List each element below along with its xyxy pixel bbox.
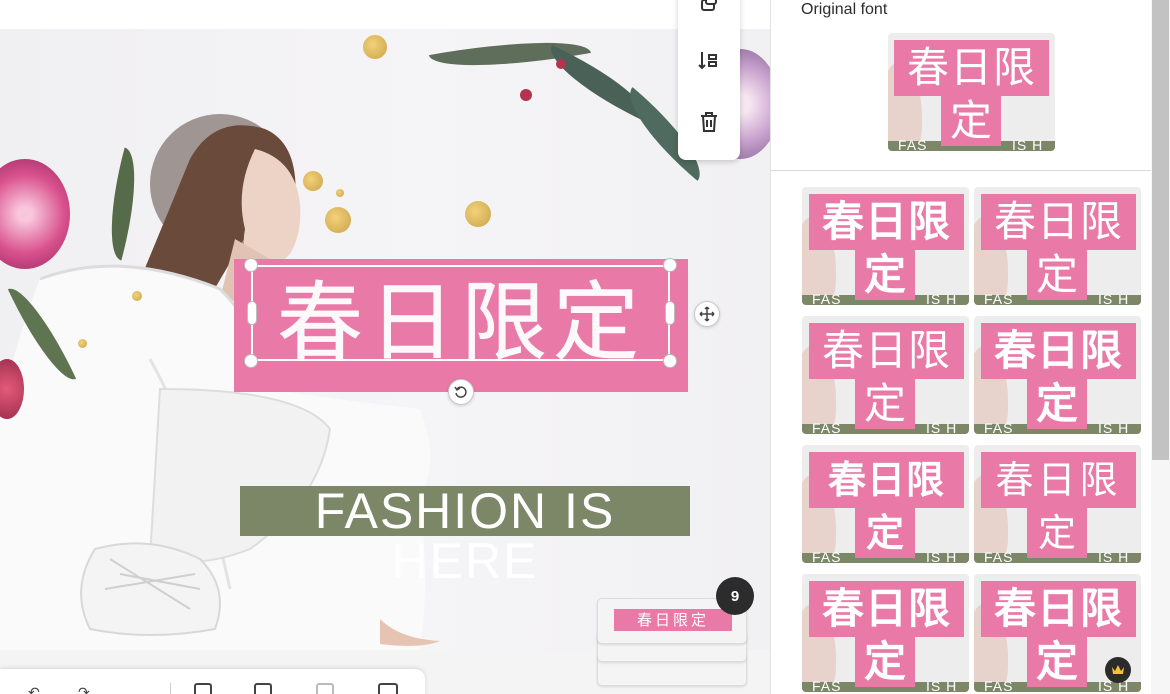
arrange-button[interactable] xyxy=(695,0,723,18)
thumb-title-line2: 定 xyxy=(855,637,915,687)
thumb-title-line1: 春日限 xyxy=(981,581,1136,637)
berry-decoration xyxy=(556,59,566,69)
original-font-thumb[interactable]: FAS IS H 春日限 定 xyxy=(888,33,1055,151)
thumb-subtitle-right: IS H xyxy=(926,291,958,305)
rotate-handle[interactable] xyxy=(448,379,474,405)
thumb-title-line2: 定 xyxy=(855,379,915,429)
thumb-title-line1: 春日限 xyxy=(981,323,1136,379)
subtitle-text-box[interactable]: FASHION IS HERE xyxy=(240,486,690,586)
page-thumb-label: 春日限定 xyxy=(614,609,732,631)
resize-handle-bottom-right[interactable] xyxy=(663,354,677,368)
thumb-title-line1: 春日限 xyxy=(981,452,1136,508)
comment-icon[interactable] xyxy=(194,683,212,694)
move-icon xyxy=(699,306,715,322)
thumb-subtitle-left: FAS xyxy=(984,549,1014,563)
gold-dot xyxy=(325,207,351,233)
font-option[interactable]: FAS IS H 春日限 定 xyxy=(802,445,969,563)
font-option[interactable]: FAS IS H 春日限 定 xyxy=(974,187,1141,305)
flip-button[interactable] xyxy=(695,46,723,74)
canvas-area: 春日限定 FASHION IS HERE 春日限定 9 ↶ ↷ xyxy=(0,0,770,694)
thumb-title-line2: 定 xyxy=(855,250,915,300)
thumb-title-line1: 春日限 xyxy=(809,581,964,637)
font-panel: Original font FAS IS H 春日限 定 FAS IS H 春日… xyxy=(770,0,1170,694)
thumb-title-line2: 定 xyxy=(855,508,915,558)
thumb-subtitle-left: FAS xyxy=(984,678,1014,692)
thumb-subtitle-left: FAS xyxy=(812,420,842,434)
move-handle[interactable] xyxy=(694,301,720,327)
subtitle-text[interactable]: FASHION IS HERE xyxy=(240,486,690,586)
panel-divider xyxy=(771,170,1151,171)
gold-dot xyxy=(78,339,87,348)
resize-handle-bottom-left[interactable] xyxy=(244,354,258,368)
thumb-title-line2: 定 xyxy=(1027,508,1087,558)
font-option[interactable]: FAS IS H 春日限 定 xyxy=(802,574,969,692)
thumb-subtitle-left: FAS xyxy=(898,137,928,151)
duplicate-icon[interactable] xyxy=(254,683,272,694)
thumb-subtitle-right: IS H xyxy=(1098,291,1130,305)
gold-dot xyxy=(303,171,323,191)
font-option[interactable]: FAS IS H 春日限 定 xyxy=(974,445,1141,563)
gold-dot xyxy=(132,291,142,301)
title-text[interactable]: 春日限定 xyxy=(234,273,688,374)
trash-icon xyxy=(701,112,717,132)
gold-dot xyxy=(336,189,344,197)
resize-handle-right[interactable] xyxy=(665,301,675,325)
premium-badge xyxy=(1105,657,1131,683)
thumb-title-line1: 春日限 xyxy=(809,452,964,508)
undo-icon[interactable]: ↶ xyxy=(28,685,40,694)
thumb-subtitle-right: IS H xyxy=(926,678,958,692)
thumb-subtitle-left: FAS xyxy=(984,420,1014,434)
delete-page-icon[interactable] xyxy=(316,683,334,694)
page-count-badge[interactable]: 9 xyxy=(716,577,754,615)
thumb-subtitle-right: IS H xyxy=(926,420,958,434)
thumb-title-line1: 春日限 xyxy=(809,323,964,379)
bottom-toolbar: ↶ ↷ xyxy=(0,669,425,694)
gold-dot xyxy=(363,35,387,59)
berry-decoration xyxy=(520,89,532,101)
thumb-title-line2: 定 xyxy=(1027,250,1087,300)
delete-button[interactable] xyxy=(695,108,723,136)
font-option[interactable]: FAS IS H 春日限 定 xyxy=(802,187,969,305)
arrange-icon xyxy=(701,0,717,11)
title-text-box[interactable]: 春日限定 xyxy=(234,259,688,392)
toolbar-separator xyxy=(170,683,171,694)
font-option[interactable]: FAS IS H 春日限 定 xyxy=(974,316,1141,434)
font-option[interactable]: FAS IS H 春日限 定 xyxy=(802,316,969,434)
resize-handle-top-left[interactable] xyxy=(244,258,258,272)
thumb-subtitle-right: IS H xyxy=(1012,137,1044,151)
thumb-subtitle-right: IS H xyxy=(1098,549,1130,563)
grid-icon[interactable] xyxy=(378,683,398,694)
thumb-title-line2: 定 xyxy=(941,96,1001,146)
redo-icon[interactable]: ↷ xyxy=(78,685,90,694)
thumb-title-line2: 定 xyxy=(1027,637,1087,687)
canvas-top-strip xyxy=(0,0,770,29)
thumb-subtitle-right: IS H xyxy=(926,549,958,563)
thumb-subtitle-left: FAS xyxy=(984,291,1014,305)
original-font-label: Original font xyxy=(801,1,888,18)
thumb-title-line2: 定 xyxy=(1027,379,1087,429)
rotate-icon xyxy=(454,386,467,398)
scrollbar-thumb[interactable] xyxy=(1152,0,1169,460)
thumb-subtitle-left: FAS xyxy=(812,291,842,305)
thumb-subtitle-left: FAS xyxy=(812,549,842,563)
thumb-subtitle-right: IS H xyxy=(1098,420,1130,434)
thumb-title-line1: 春日限 xyxy=(981,194,1136,250)
floating-toolbar xyxy=(678,0,740,160)
thumb-subtitle-left: FAS xyxy=(812,678,842,692)
resize-handle-left[interactable] xyxy=(247,301,257,325)
resize-handle-top-right[interactable] xyxy=(663,258,677,272)
gold-dot xyxy=(465,201,491,227)
thumb-title-line1: 春日限 xyxy=(894,40,1049,96)
thumb-title-line1: 春日限 xyxy=(809,194,964,250)
crown-icon xyxy=(1112,665,1124,674)
flip-icon xyxy=(698,52,717,70)
